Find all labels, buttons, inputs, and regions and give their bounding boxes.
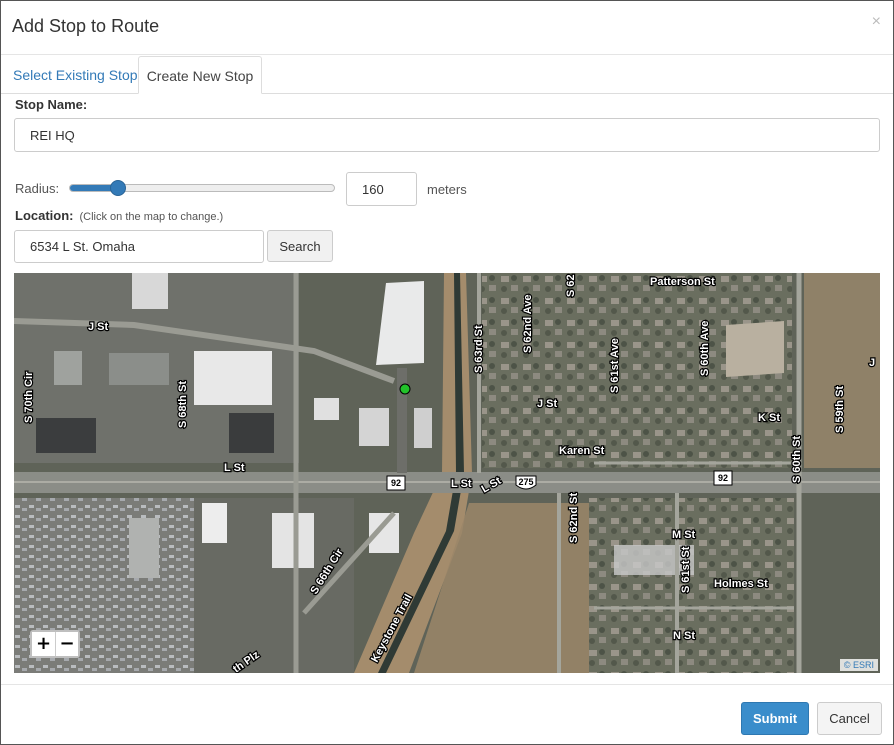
map-view[interactable]: 92 275 92 J St S 70th Cir S 68th St L St… bbox=[14, 273, 880, 673]
street-label-j: J bbox=[869, 357, 875, 369]
street-label-j-st-east: J St bbox=[537, 398, 558, 410]
zoom-out-button[interactable]: − bbox=[55, 632, 78, 656]
stop-name-label: Stop Name: bbox=[15, 97, 88, 112]
radius-slider-handle[interactable] bbox=[110, 180, 126, 196]
street-label-karen-st: Karen St bbox=[559, 445, 605, 457]
street-label-j-st: J St bbox=[88, 321, 109, 333]
stop-name-input[interactable] bbox=[14, 118, 880, 152]
street-label-s-62: S 62 bbox=[565, 274, 577, 297]
street-label-s-60th-ave: S 60th Ave bbox=[699, 321, 711, 376]
stop-location-marker[interactable] bbox=[399, 383, 411, 395]
us-275-shield: 275 bbox=[515, 475, 537, 490]
map-attribution[interactable]: © ESRI bbox=[839, 659, 878, 671]
satellite-imagery: 92 275 92 J St S 70th Cir S 68th St L St… bbox=[14, 273, 880, 673]
add-stop-dialog: Add Stop to Route × Select Existing Stop… bbox=[0, 0, 894, 745]
location-hint: (Click on the map to change.) bbox=[79, 211, 224, 223]
radius-slider[interactable] bbox=[69, 180, 335, 196]
location-label-text: Location: bbox=[15, 208, 74, 223]
radius-unit-label: meters bbox=[427, 182, 467, 197]
radius-input[interactable] bbox=[346, 172, 417, 206]
tab-bar: Select Existing Stop Create New Stop bbox=[1, 56, 893, 94]
location-input[interactable] bbox=[14, 230, 264, 263]
street-label-s-61st-st: S 61st St bbox=[680, 546, 692, 593]
street-label-holmes-st: Holmes St bbox=[714, 578, 768, 590]
street-label-s-59th-st: S 59th St bbox=[834, 386, 846, 433]
street-label-k-st: K St bbox=[758, 412, 780, 424]
cancel-button[interactable]: Cancel bbox=[817, 702, 882, 735]
close-icon[interactable]: × bbox=[872, 13, 881, 31]
tab-create-new-stop[interactable]: Create New Stop bbox=[138, 56, 262, 94]
us-92-shield-west: 92 bbox=[386, 475, 406, 491]
shield-label: 275 bbox=[518, 477, 533, 487]
map-zoom-control: + − bbox=[30, 630, 80, 658]
street-label-s-62nd-st: S 62nd St bbox=[568, 493, 580, 543]
street-label-s-60th-st: S 60th St bbox=[791, 436, 803, 483]
search-button[interactable]: Search bbox=[267, 230, 333, 262]
dialog-header: Add Stop to Route × bbox=[1, 1, 893, 55]
street-label-patterson-st: Patterson St bbox=[650, 276, 715, 288]
shield-label: 92 bbox=[718, 473, 728, 483]
street-label-l-st-west: L St bbox=[224, 462, 245, 474]
street-label-m-st: M St bbox=[672, 529, 696, 541]
street-label-l-st-east: L St bbox=[451, 478, 472, 490]
shield-label: 92 bbox=[391, 478, 401, 488]
street-label-s-68th-st: S 68th St bbox=[177, 381, 189, 428]
zoom-in-button[interactable]: + bbox=[32, 632, 55, 656]
street-label-s-61st-ave: S 61st Ave bbox=[609, 338, 621, 393]
submit-button[interactable]: Submit bbox=[741, 702, 809, 735]
us-92-shield-east: 92 bbox=[713, 470, 733, 486]
street-label-n-st: N St bbox=[673, 630, 695, 642]
street-label-s-70th-cir: S 70th Cir bbox=[23, 371, 35, 423]
radius-label: Radius: bbox=[15, 181, 60, 196]
street-label-s-63rd-st: S 63rd St bbox=[473, 325, 485, 373]
tab-select-existing-stop[interactable]: Select Existing Stop bbox=[1, 56, 150, 94]
dialog-footer: Submit Cancel bbox=[1, 684, 893, 744]
location-label: Location: (Click on the map to change.) bbox=[15, 208, 223, 223]
street-label-s-62nd-ave: S 62nd Ave bbox=[522, 295, 534, 354]
dialog-title: Add Stop to Route bbox=[12, 16, 160, 36]
